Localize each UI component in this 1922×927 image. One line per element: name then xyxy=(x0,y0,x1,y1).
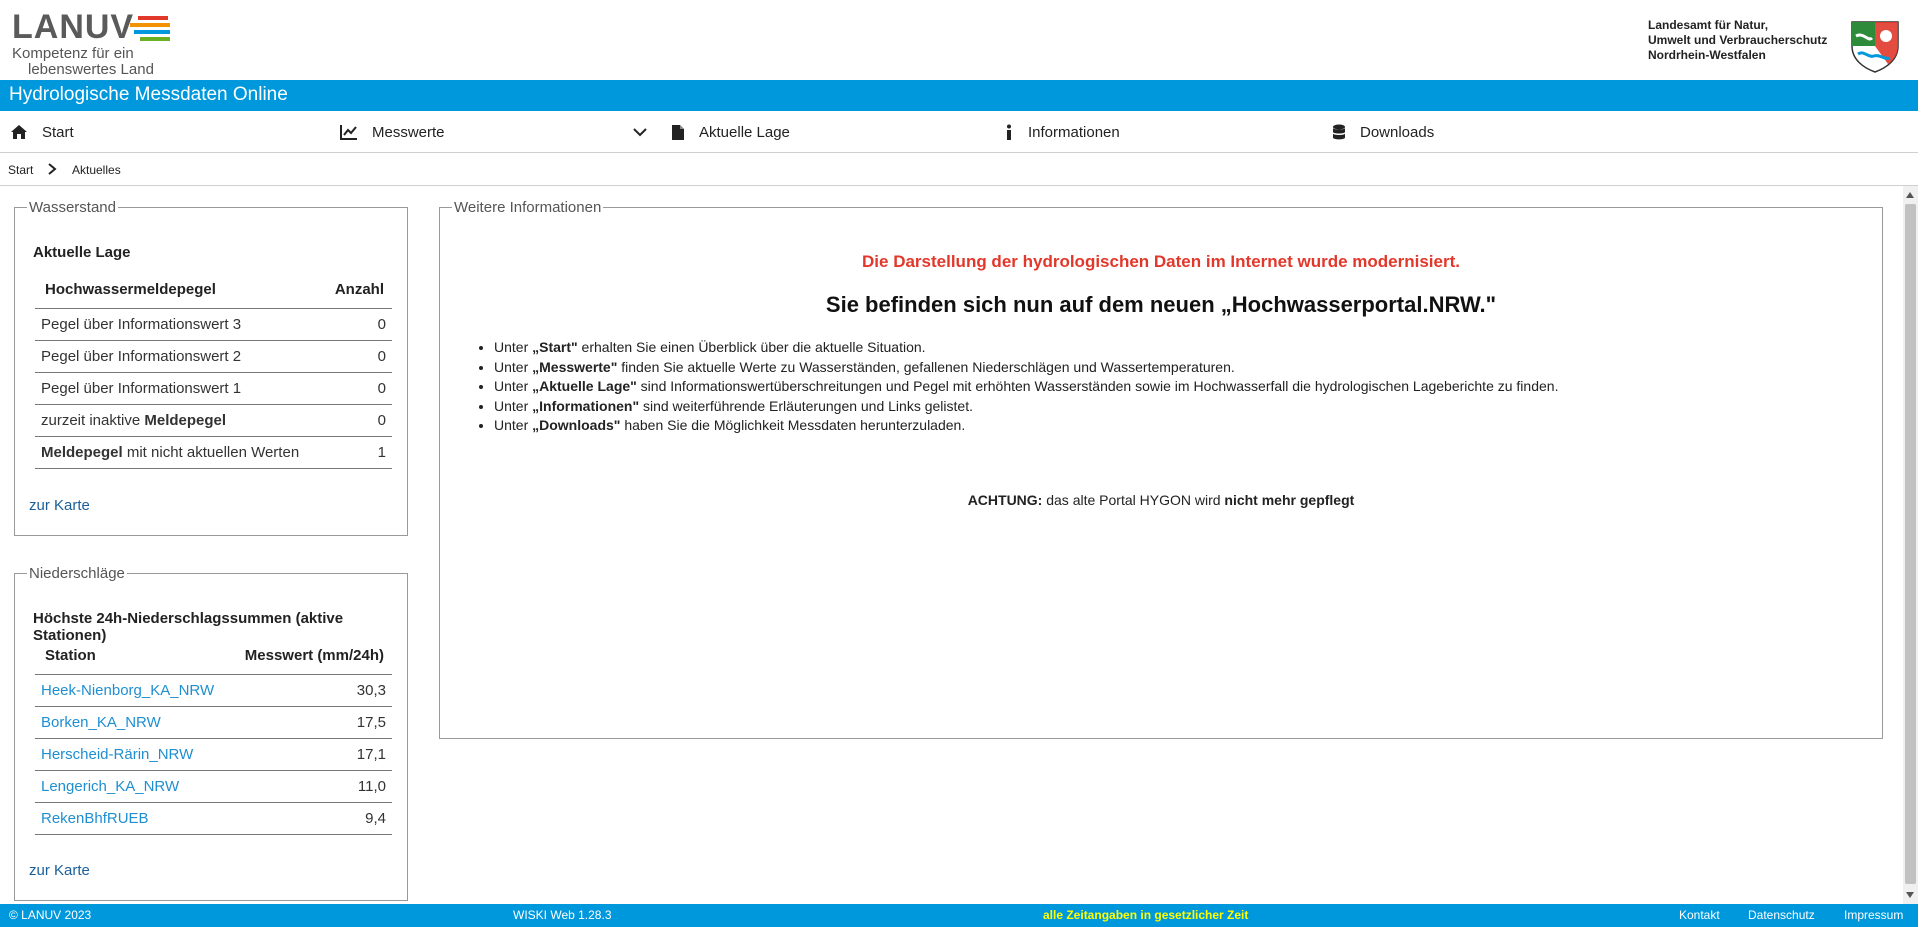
chevron-right-icon xyxy=(48,163,57,175)
row-label: Pegel über Informationswert 1 xyxy=(35,372,321,405)
table-row: Lengerich_KA_NRW 11,0 xyxy=(35,770,392,803)
list-item: Unter „Informationen" sind weiterführend… xyxy=(494,397,1558,417)
station-link[interactable]: Borken_KA_NRW xyxy=(35,706,229,739)
niederschlaege-panel: Niederschläge Höchste 24h-Niederschlagss… xyxy=(14,565,408,901)
nav-aktuelle-lage[interactable]: Aktuelle Lage xyxy=(671,111,790,153)
table-row: Pegel über Informationswert 20 xyxy=(35,340,392,373)
nav-messwerte[interactable]: Messwerte xyxy=(340,111,445,153)
app-title: Hydrologische Messdaten Online xyxy=(9,84,288,105)
row-count: 0 xyxy=(320,372,392,405)
column-header-count: Anzahl xyxy=(320,272,392,309)
app-title-bar: Hydrologische Messdaten Online xyxy=(0,80,1918,111)
wasserstand-map-link[interactable]: zur Karte xyxy=(29,497,90,514)
station-value: 17,5 xyxy=(228,706,392,739)
page-scrollbar[interactable] xyxy=(1903,186,1918,904)
station-link[interactable]: Heek-Nienborg_KA_NRW xyxy=(35,674,229,707)
row-label: Meldepegel mit nicht aktuellen Werten xyxy=(35,436,321,469)
station-value: 9,4 xyxy=(228,802,392,835)
main-nav: Start Messwerte Aktuelle Lage Informatio… xyxy=(0,111,1918,153)
info-list: Unter „Start" erhalten Sie einen Überbli… xyxy=(476,338,1558,436)
station-value: 30,3 xyxy=(228,674,392,707)
row-count: 0 xyxy=(320,404,392,437)
line-chart-icon xyxy=(340,125,357,140)
table-row: zurzeit inaktive Meldepegel 0 xyxy=(35,404,392,437)
station-link[interactable]: Lengerich_KA_NRW xyxy=(35,770,229,803)
footer-time-note: alle Zeitangaben in gesetzlicher Zeit xyxy=(1043,908,1249,922)
row-label: Pegel über Informationswert 2 xyxy=(35,340,321,373)
station-link[interactable]: RekenBhfRUEB xyxy=(35,802,229,835)
list-item: Unter „Messwerte" finden Sie aktuelle We… xyxy=(494,358,1558,378)
lanuv-logo[interactable]: LANUV Kompetenz für ein lebenswertes Lan… xyxy=(12,10,170,78)
row-count: 0 xyxy=(320,308,392,341)
row-label: zurzeit inaktive Meldepegel xyxy=(35,404,321,437)
database-icon xyxy=(1333,124,1345,139)
logo-stripes xyxy=(130,16,176,44)
chevron-down-icon[interactable] xyxy=(632,124,648,140)
table-row: Meldepegel mit nicht aktuellen Werten 1 xyxy=(35,436,392,469)
wasserstand-table: Hochwassermeldepegel Anzahl Pegel über I… xyxy=(35,272,392,469)
hygon-warning: ACHTUNG: das alte Portal HYGON wird nich… xyxy=(967,492,1355,508)
table-row: Herscheid-Rärin_NRW 17,1 xyxy=(35,738,392,771)
table-row: Borken_KA_NRW 17,5 xyxy=(35,706,392,739)
info-panel: Weitere Informationen Die Darstellung de… xyxy=(439,199,1883,739)
info-headline: Sie befinden sich nun auf dem neuen „Hoc… xyxy=(825,292,1497,317)
logo-tagline: Kompetenz für ein lebenswertes Land xyxy=(12,45,154,78)
column-header-station: Station xyxy=(35,638,229,675)
breadcrumb-current: Aktuelles xyxy=(72,163,121,177)
modernization-notice: Die Darstellung der hydrologischen Daten… xyxy=(862,252,1460,271)
station-link[interactable]: Herscheid-Rärin_NRW xyxy=(35,738,229,771)
footer-version: WISKI Web 1.28.3 xyxy=(513,908,612,922)
table-row: Heek-Nienborg_KA_NRW 30,3 xyxy=(35,674,392,707)
row-label: Pegel über Informationswert 3 xyxy=(35,308,321,341)
niederschlaege-table: Station Messwert (mm/24h) Heek-Nienborg_… xyxy=(35,638,392,835)
breadcrumb-start[interactable]: Start xyxy=(8,163,33,177)
list-item: Unter „Start" erhalten Sie einen Überbli… xyxy=(494,338,1558,358)
station-value: 11,0 xyxy=(228,770,392,803)
row-count: 1 xyxy=(320,436,392,469)
info-icon xyxy=(1007,124,1011,140)
footer-copyright: © LANUV 2023 xyxy=(9,908,92,922)
niederschlaege-map-link[interactable]: zur Karte xyxy=(29,862,90,879)
wasserstand-panel: Wasserstand Aktuelle Lage Hochwassermeld… xyxy=(14,199,408,536)
scroll-down-arrow-icon[interactable] xyxy=(1906,892,1914,898)
scroll-thumb[interactable] xyxy=(1905,204,1916,884)
column-header-name: Hochwassermeldepegel xyxy=(35,272,321,309)
wasserstand-subtitle: Aktuelle Lage xyxy=(33,244,131,261)
footer-datenschutz-link[interactable]: Datenschutz xyxy=(1748,908,1815,922)
list-item: Unter „Downloads" haben Sie die Möglichk… xyxy=(494,416,1558,436)
nrw-coat-of-arms-icon[interactable] xyxy=(1846,16,1904,74)
footer-impressum-link[interactable]: Impressum xyxy=(1844,908,1903,922)
breadcrumb: Start Aktuelles xyxy=(0,154,1918,186)
home-icon xyxy=(11,125,27,139)
footer-kontakt-link[interactable]: Kontakt xyxy=(1679,908,1720,922)
agency-name: Landesamt für Natur, Umwelt und Verbrauc… xyxy=(1648,18,1828,62)
nav-informationen[interactable]: Informationen xyxy=(1004,111,1120,153)
nav-downloads[interactable]: Downloads xyxy=(1332,111,1434,153)
column-header-value: Messwert (mm/24h) xyxy=(228,638,392,675)
list-item: Unter „Aktuelle Lage" sind Informationsw… xyxy=(494,377,1558,397)
document-icon xyxy=(672,124,684,140)
niederschlaege-legend: Niederschläge xyxy=(29,565,125,582)
station-value: 17,1 xyxy=(228,738,392,771)
table-row: Pegel über Informationswert 10 xyxy=(35,372,392,405)
table-row: Pegel über Informationswert 30 xyxy=(35,308,392,341)
info-legend: Weitere Informationen xyxy=(454,199,602,216)
nav-start[interactable]: Start xyxy=(10,111,74,153)
page-header: LANUV Kompetenz für ein lebenswertes Lan… xyxy=(0,0,1918,80)
wasserstand-legend: Wasserstand xyxy=(29,199,116,216)
row-count: 0 xyxy=(320,340,392,373)
table-row: RekenBhfRUEB 9,4 xyxy=(35,802,392,835)
page-footer: © LANUV 2023 WISKI Web 1.28.3 alle Zeita… xyxy=(0,904,1918,927)
scroll-up-arrow-icon[interactable] xyxy=(1906,192,1914,198)
